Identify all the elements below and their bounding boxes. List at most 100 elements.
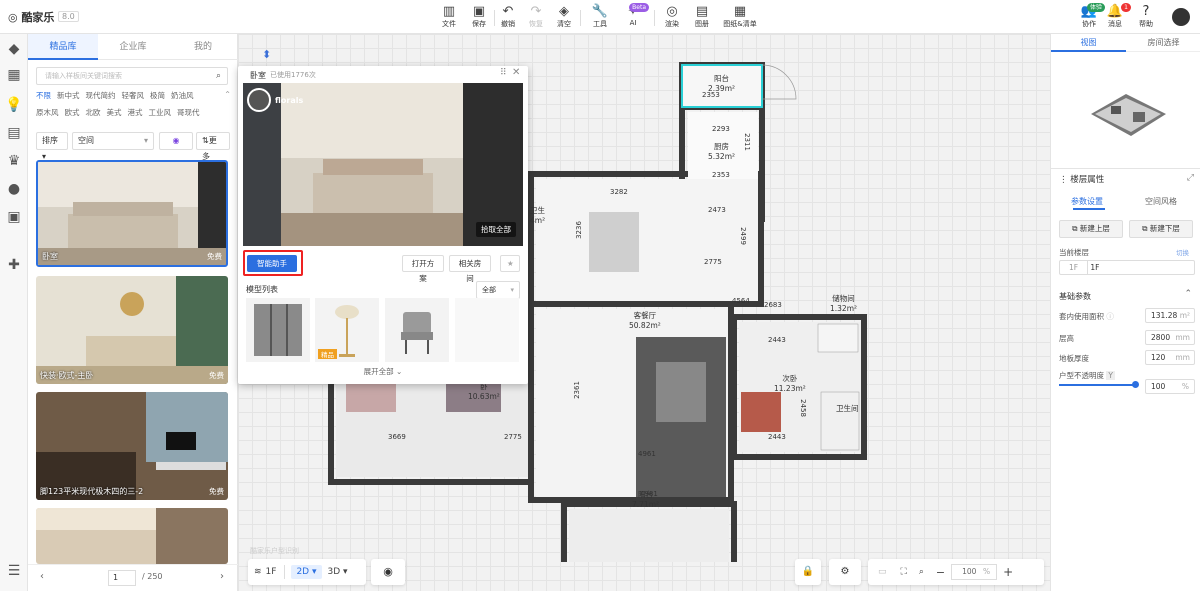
expand-icon[interactable]: ⤢: [1187, 173, 1194, 183]
ai-filter-button[interactable]: ◉: [159, 132, 193, 150]
3d-minimap[interactable]: [1081, 84, 1171, 140]
avatar[interactable]: [1172, 8, 1190, 26]
style-filter-tag[interactable]: 哥现代: [177, 107, 200, 118]
toolbar-album-button[interactable]: ▤ 图册: [689, 4, 715, 29]
chevron-up-icon[interactable]: ⌃: [224, 90, 231, 99]
area-input[interactable]: 131.28 m²: [1145, 308, 1195, 323]
style-filter-tag[interactable]: 奶油风: [171, 90, 194, 101]
opacity-slider-track[interactable]: [1059, 384, 1135, 386]
space-select[interactable]: 空间 ▾: [72, 132, 154, 150]
style-filter-tag[interactable]: 现代简约: [86, 90, 116, 101]
expand-all-button[interactable]: 展开全部 ⌄: [238, 366, 528, 377]
new-upper-floor-button[interactable]: ⧉ 新建上层: [1059, 220, 1123, 238]
opacity-input[interactable]: 100%: [1145, 379, 1195, 394]
template-card[interactable]: 脚123平米现代极木四的三-2 免费: [36, 392, 228, 500]
dimension-label: 4564: [732, 297, 750, 305]
height-input[interactable]: 2800 mm: [1145, 330, 1195, 345]
toolbar-redo-button[interactable]: ↷ 恢复: [523, 4, 549, 29]
more-filter-button[interactable]: ⇅更多: [196, 132, 230, 161]
close-icon[interactable]: ✕: [512, 67, 520, 78]
furniture-icon[interactable]: ▤: [5, 124, 23, 142]
view-2d-button[interactable]: 2D ▾: [291, 565, 322, 579]
compass-icon: ⬍: [262, 48, 272, 61]
floor-thickness-input[interactable]: 120 mm: [1145, 350, 1195, 365]
message-button[interactable]: 🔔 消息 1: [1102, 3, 1131, 29]
pick-all-button[interactable]: 拾取全部: [476, 222, 516, 237]
floor-name-input[interactable]: 1F 1F: [1059, 260, 1195, 275]
model-filter-select[interactable]: 全部 ▾: [476, 281, 520, 299]
prev-page-icon[interactable]: ‹: [40, 571, 44, 582]
template-card[interactable]: 卧室 免费: [36, 160, 228, 267]
floor-button[interactable]: 1F: [266, 567, 277, 577]
opacity-slider-handle[interactable]: [1132, 381, 1139, 388]
image-icon[interactable]: ▭: [878, 567, 887, 577]
switch-link[interactable]: 切换: [1176, 247, 1189, 257]
lock-icon[interactable]: 🔒: [795, 559, 821, 585]
style-filter-tag[interactable]: 轻奢风: [122, 90, 145, 101]
toolbar-undo-button[interactable]: ↶ 撤销: [495, 4, 521, 29]
app-logo[interactable]: ◎ 酷家乐: [8, 9, 54, 25]
toolbar-camera-button[interactable]: ◎ 渲染: [659, 4, 685, 29]
zoom-in-button[interactable]: +: [1003, 565, 1013, 579]
toolbar-ai-button[interactable]: ✦AIBeta: [620, 3, 649, 27]
floorplan-icon[interactable]: ▦: [5, 66, 23, 84]
toolbar-file-button[interactable]: ▥ 文件: [436, 4, 462, 29]
style-filter-tag[interactable]: 港式: [128, 107, 143, 118]
model-library-icon[interactable]: ◆: [5, 40, 23, 58]
help-button[interactable]: ? 帮助: [1133, 4, 1159, 29]
tab-params[interactable]: 参数设置: [1071, 196, 1103, 207]
new-lower-floor-button[interactable]: ⧉ 新建下层: [1129, 220, 1193, 238]
tab-room-select[interactable]: 房间选择: [1126, 34, 1200, 52]
zoom-input[interactable]: 100%: [951, 564, 998, 580]
chevron-up-icon[interactable]: ⌃: [1184, 289, 1192, 299]
plugin-icon[interactable]: ✚: [5, 256, 23, 274]
zoom-area-icon[interactable]: ⌕: [919, 567, 924, 577]
page-input[interactable]: 1: [108, 570, 136, 586]
list-icon[interactable]: ☰: [5, 562, 23, 580]
library-search-input[interactable]: 请输入样板间关键词搜索 ⌕: [36, 67, 228, 85]
tab-mine[interactable]: 我的: [168, 34, 238, 60]
model-premium-badge: 精品: [318, 349, 337, 359]
open-plan-button[interactable]: 打开方案: [402, 255, 444, 283]
view-3d-button[interactable]: 3D ▾: [328, 567, 348, 577]
style-filter-tag[interactable]: 美式: [107, 107, 122, 118]
smart-assistant-button[interactable]: 智能助手: [247, 255, 297, 272]
search-icon[interactable]: ⌕: [216, 68, 221, 84]
crown-icon[interactable]: ♛: [5, 152, 23, 170]
style-filter-tag[interactable]: 极简: [150, 90, 165, 101]
toggle-icon[interactable]: ⚙: [829, 559, 861, 585]
style-filter-tag[interactable]: 欧式: [65, 107, 80, 118]
toolbar-wrench-button[interactable]: 🔧 工具: [587, 4, 613, 29]
model-item[interactable]: [455, 298, 519, 362]
eye-icon[interactable]: ◉: [371, 559, 405, 585]
zoom-out-button[interactable]: −: [936, 566, 945, 579]
collab-button[interactable]: 👥协作体验: [1076, 3, 1105, 29]
toolbar-save-button[interactable]: ▣ 保存: [466, 4, 492, 29]
star-icon[interactable]: ★: [500, 255, 520, 272]
layers-icon[interactable]: ≋: [254, 567, 262, 577]
style-filter-tag[interactable]: 不限: [36, 90, 51, 101]
toolbar-eraser-button[interactable]: ◈ 清空: [551, 4, 577, 29]
template-card[interactable]: [36, 508, 228, 564]
tab-space-style[interactable]: 空间风格: [1145, 196, 1177, 207]
drag-handle-icon[interactable]: ⠿: [500, 68, 507, 78]
tab-view[interactable]: 视图: [1051, 34, 1126, 52]
user-icon[interactable]: ●: [5, 180, 23, 198]
next-page-icon[interactable]: ›: [220, 571, 224, 582]
inspiration-icon[interactable]: 💡: [5, 96, 23, 114]
template-card[interactable]: 快装·欧式-主卧 免费: [36, 276, 228, 384]
toolbar-drawing-button[interactable]: ▦ 图纸&清单: [720, 4, 760, 29]
sort-select[interactable]: 排序 ▾: [36, 132, 68, 161]
style-filter-tag[interactable]: 北欧: [86, 107, 101, 118]
related-rooms-button[interactable]: 相关房间: [449, 255, 491, 283]
model-armchair[interactable]: [385, 298, 449, 362]
author-avatar[interactable]: [247, 88, 271, 112]
model-wardrobe[interactable]: [246, 298, 310, 362]
style-filter-tag[interactable]: 工业风: [149, 107, 172, 118]
cabinet-icon[interactable]: ▣: [5, 208, 23, 226]
tab-enterprise[interactable]: 企业库: [98, 34, 168, 60]
tab-premium[interactable]: 精品库: [28, 34, 98, 60]
fit-view-icon[interactable]: ⛶: [901, 567, 907, 577]
style-filter-tag[interactable]: 原木风: [36, 107, 59, 118]
style-filter-tag[interactable]: 新中式: [57, 90, 80, 101]
